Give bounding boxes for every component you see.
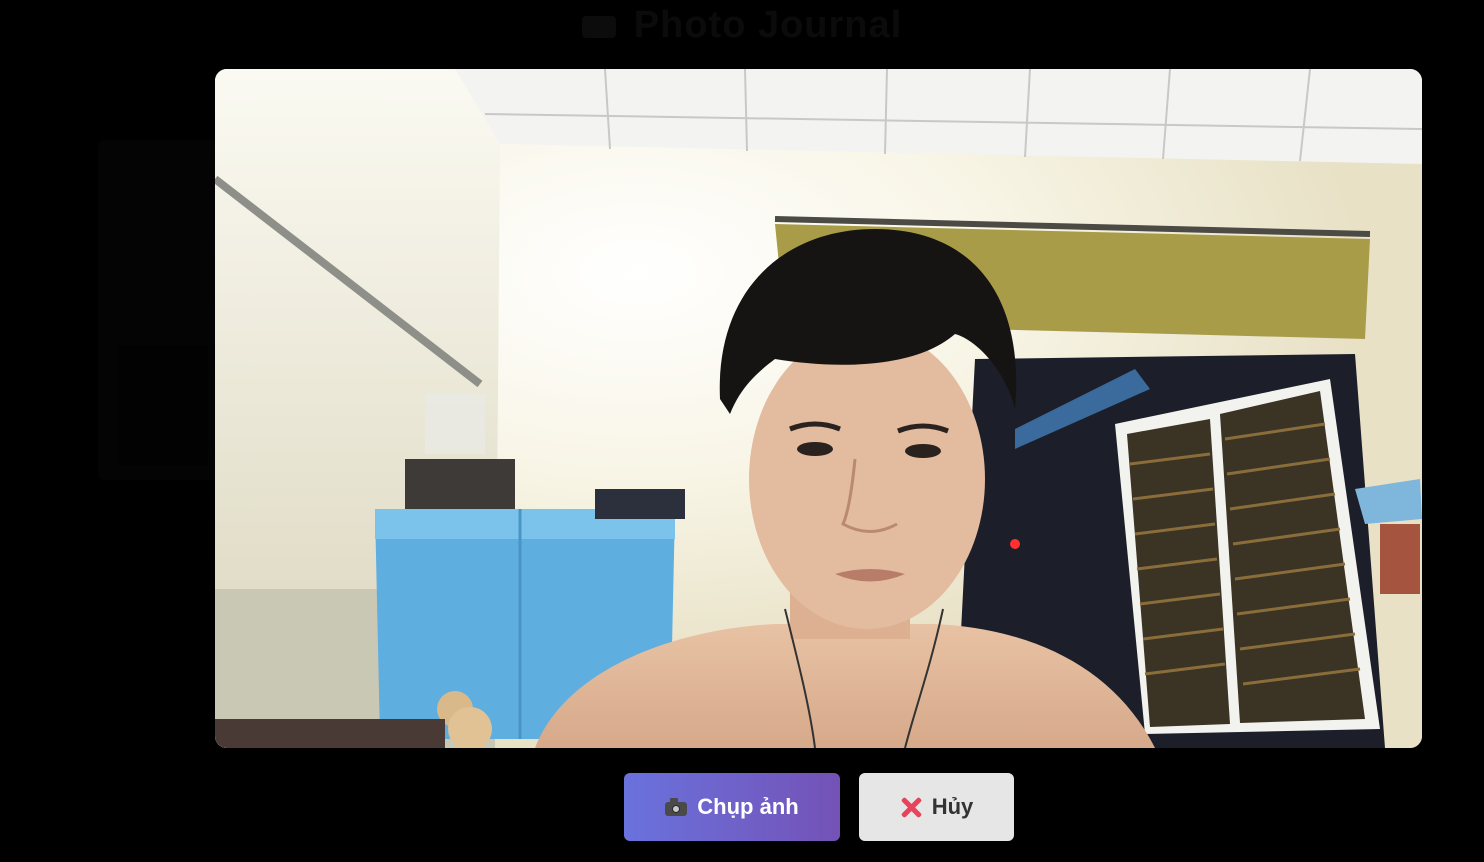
cancel-button[interactable]: Hủy [859, 773, 1014, 841]
camera-icon [665, 798, 688, 816]
camera-feed-image [215, 69, 1422, 748]
camera-controls: Chụp ảnh Hủy [0, 773, 1484, 841]
background-panel-inner [118, 345, 208, 465]
camera-preview [215, 69, 1422, 748]
background-title-text: Photo Journal [633, 4, 903, 46]
background-page-title: Photo Journal [0, 4, 1484, 47]
journal-icon [581, 15, 616, 38]
capture-photo-button[interactable]: Chụp ảnh [624, 773, 840, 841]
close-x-icon [900, 796, 922, 818]
capture-button-label: Chụp ảnh [697, 794, 799, 819]
cancel-button-label: Hủy [931, 794, 974, 819]
